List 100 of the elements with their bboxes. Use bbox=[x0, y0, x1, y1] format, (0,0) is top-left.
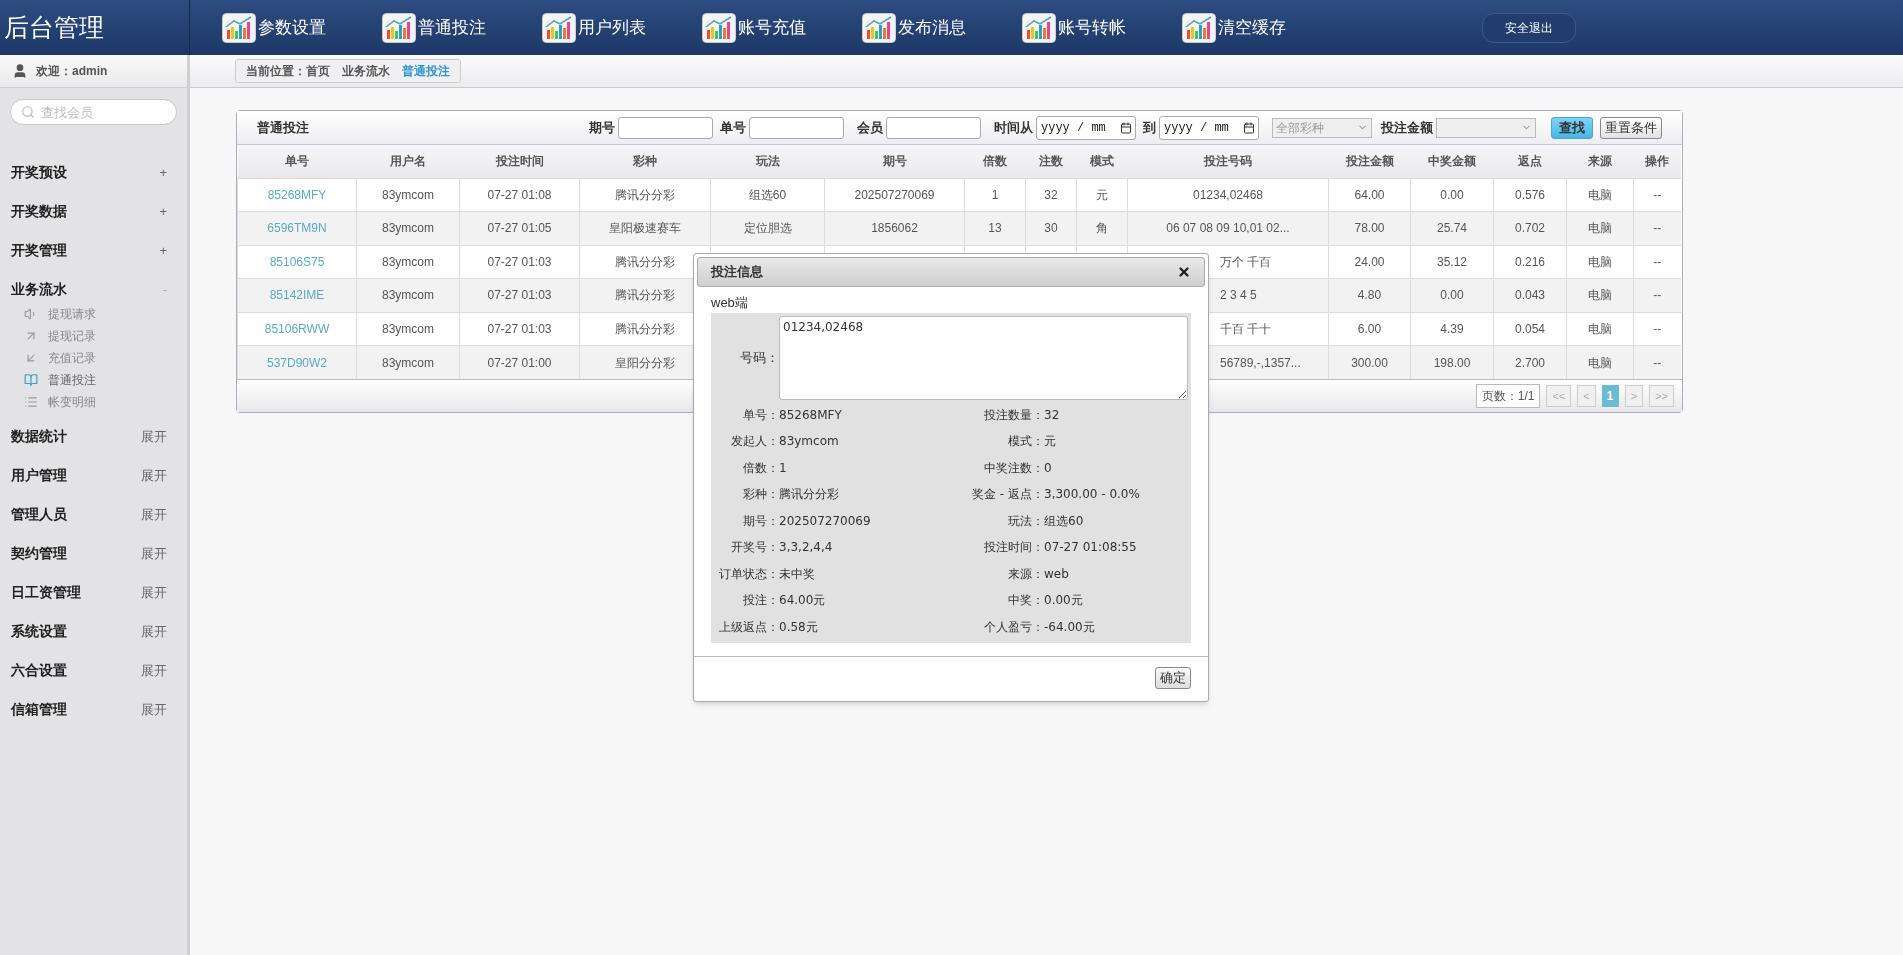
column-header: 倍数 bbox=[964, 145, 1026, 178]
table-cell: 6.00 bbox=[1357, 321, 1382, 336]
column-header: 中奖金额 bbox=[1410, 145, 1494, 178]
column-header: 操作 bbox=[1633, 145, 1681, 178]
table-cell: 83ymcom bbox=[382, 288, 434, 303]
expand-toggle[interactable]: 展开 bbox=[141, 660, 167, 681]
search-icon bbox=[21, 105, 35, 119]
submenu-item[interactable]: 帐变明细 bbox=[48, 393, 96, 411]
source-note: web端 bbox=[711, 294, 749, 312]
menu-group[interactable]: 数据统计 bbox=[11, 426, 67, 447]
date-field[interactable]: yyyy / mm bbox=[1036, 115, 1136, 140]
column-header: 投注金额 bbox=[1328, 145, 1411, 178]
detail-label: 投注： bbox=[742, 592, 779, 610]
order-link[interactable]: 85106S75 bbox=[269, 254, 325, 269]
search-button[interactable]: 查找 bbox=[1551, 116, 1593, 139]
menu-group[interactable]: 信箱管理 bbox=[11, 699, 67, 720]
table-cell: 2 3 4 5 bbox=[1220, 288, 1257, 303]
order-link[interactable]: 85106RWW bbox=[264, 321, 330, 336]
table-cell: 83ymcom bbox=[382, 355, 434, 370]
nav-link[interactable]: 发布消息 bbox=[862, 12, 1022, 43]
menu-group[interactable]: 六合设置 bbox=[11, 660, 67, 681]
submenu-item[interactable]: 充值记录 bbox=[48, 349, 96, 367]
menu-group[interactable]: 业务流水 bbox=[11, 279, 67, 300]
menu-group[interactable]: 开奖数据 bbox=[11, 201, 67, 222]
column-header: 用户名 bbox=[356, 145, 460, 178]
date-field[interactable]: yyyy / mm bbox=[1159, 115, 1259, 140]
detail-value: 未中奖 bbox=[779, 565, 815, 583]
menu-group[interactable]: 开奖预设 bbox=[11, 162, 67, 183]
table-cell: -- bbox=[1653, 187, 1662, 202]
order-field[interactable] bbox=[749, 116, 844, 139]
breadcrumb-item[interactable]: 业务流水 bbox=[342, 62, 390, 80]
field-label: 号码： bbox=[739, 348, 779, 367]
nav-link[interactable]: 用户列表 bbox=[542, 12, 702, 43]
table-cell: 0.702 bbox=[1515, 221, 1545, 236]
table-cell: 07-27 01:08 bbox=[487, 187, 552, 202]
submenu-item[interactable]: 提现记录 bbox=[48, 327, 96, 345]
column-header: 单号 bbox=[237, 145, 357, 178]
menu-group[interactable]: 开奖管理 bbox=[11, 240, 67, 261]
logout-button[interactable]: 安全退出 bbox=[1482, 12, 1576, 43]
submenu-item[interactable]: 普通投注 bbox=[48, 371, 96, 389]
detail-label: 来源： bbox=[1007, 565, 1044, 583]
table-cell: 1856062 bbox=[871, 221, 918, 236]
expand-toggle[interactable]: 展开 bbox=[141, 465, 167, 486]
expand-toggle[interactable]: 展开 bbox=[141, 426, 167, 447]
expand-toggle[interactable]: 展开 bbox=[141, 543, 167, 564]
amount-select[interactable] bbox=[1436, 117, 1536, 138]
detail-value: 组选60 bbox=[1044, 512, 1084, 530]
expand-toggle[interactable]: 展开 bbox=[141, 699, 167, 720]
detail-value: 0.58元 bbox=[779, 618, 818, 636]
column-header: 彩种 bbox=[579, 145, 711, 178]
nav-link[interactable]: 账号转帐 bbox=[1022, 12, 1182, 43]
app-title: 后台管理 bbox=[4, 11, 104, 43]
expand-toggle[interactable]: 展开 bbox=[141, 504, 167, 525]
submenu-item[interactable]: 提现请求 bbox=[48, 305, 96, 323]
detail-value: 元 bbox=[1044, 433, 1056, 451]
menu-group[interactable]: 管理人员 bbox=[11, 504, 67, 525]
chart-icon bbox=[382, 12, 416, 43]
nav-link[interactable]: 清空缓存 bbox=[1182, 12, 1342, 43]
detail-label: 倍数： bbox=[742, 459, 779, 477]
order-link[interactable]: 85268MFY bbox=[267, 187, 327, 202]
table-cell: 皇阳分分彩 bbox=[615, 355, 675, 370]
search-field[interactable]: 查找会员 bbox=[10, 99, 177, 125]
menu-group[interactable]: 系统设置 bbox=[11, 621, 67, 642]
table-cell: -- bbox=[1653, 355, 1662, 370]
detail-value: 3,300.00 - 0.0% bbox=[1044, 486, 1140, 504]
table-cell: 83ymcom bbox=[382, 254, 434, 269]
table-cell: 0.054 bbox=[1515, 321, 1545, 336]
lottery-select[interactable]: 全部彩种 bbox=[1272, 117, 1372, 138]
breadcrumb-item[interactable]: 普通投注 bbox=[402, 62, 450, 80]
expand-toggle[interactable]: + bbox=[159, 162, 167, 183]
reset-button[interactable]: 重置条件 bbox=[1600, 116, 1662, 139]
detail-label: 中奖： bbox=[1007, 592, 1044, 610]
nav-link[interactable]: 账号充值 bbox=[702, 12, 862, 43]
menu-group[interactable]: 契约管理 bbox=[11, 543, 67, 564]
menu-group[interactable]: 用户管理 bbox=[11, 465, 67, 486]
nav-link[interactable]: 参数设置 bbox=[222, 12, 382, 43]
nav-link[interactable]: 普通投注 bbox=[382, 12, 542, 43]
chart-icon bbox=[1022, 12, 1056, 43]
member-field[interactable] bbox=[886, 116, 981, 139]
menu-group[interactable]: 日工资管理 bbox=[11, 582, 81, 603]
table-cell: 0.043 bbox=[1515, 288, 1545, 303]
expand-toggle[interactable]: 展开 bbox=[141, 582, 167, 603]
code-field[interactable]: 01234,02468 bbox=[779, 315, 1188, 400]
expand-toggle[interactable]: + bbox=[159, 240, 167, 261]
table-cell: 06 07 08 09 10,01 02... bbox=[1166, 221, 1290, 236]
expand-toggle[interactable]: 展开 bbox=[141, 621, 167, 642]
table-cell: 0.00 bbox=[1440, 288, 1464, 303]
expand-toggle[interactable]: + bbox=[159, 201, 167, 222]
table-cell: 电脑 bbox=[1588, 221, 1612, 236]
table-cell: 4.80 bbox=[1357, 288, 1382, 303]
table-cell: 2.700 bbox=[1515, 355, 1545, 370]
issue-field[interactable] bbox=[618, 116, 713, 139]
detail-label: 投注时间： bbox=[983, 539, 1044, 557]
ok-button[interactable]: 确定 bbox=[1155, 667, 1191, 689]
detail-label: 单号： bbox=[742, 406, 779, 424]
breadcrumb-item[interactable]: 当前位置：首页 bbox=[246, 62, 330, 80]
close-icon[interactable] bbox=[1177, 265, 1191, 279]
table-cell: 电脑 bbox=[1588, 254, 1612, 269]
detail-value: 0.00元 bbox=[1044, 592, 1083, 610]
detail-value: 32 bbox=[1044, 406, 1060, 424]
